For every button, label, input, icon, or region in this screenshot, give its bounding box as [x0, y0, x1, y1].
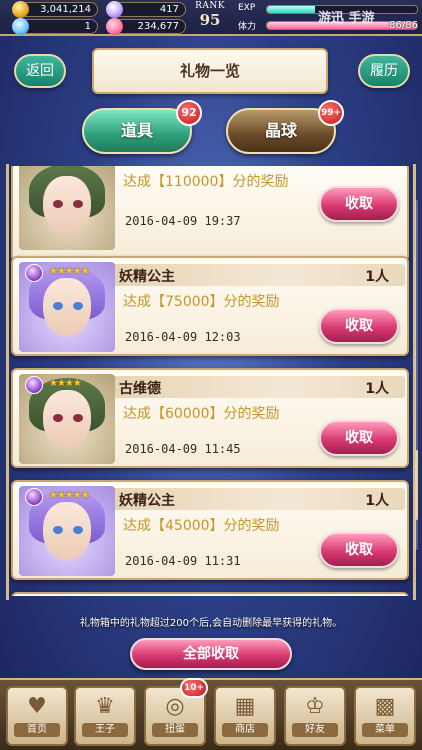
claim-button[interactable]: 收取 [319, 186, 399, 222]
stamina-value: 86/86 [389, 20, 418, 31]
gift-count: 1人 [365, 381, 389, 397]
character-name: 妖精公主 [119, 493, 175, 509]
tiara-icon: ♔ [305, 694, 325, 719]
gold-counter: 3,041,214 [12, 1, 98, 18]
attribute-orb-icon [25, 488, 43, 506]
portrait-face [43, 502, 91, 560]
exp-bar-fill [267, 6, 315, 13]
claim-button[interactable]: 收取 [319, 532, 399, 568]
portrait-eye [53, 302, 63, 310]
nav-prince-button[interactable]: ♛ 王子 [74, 686, 136, 746]
gift-card: ★★★★ 古维德 1人 达成【60000】分的奖励 2016-04-09 11:… [11, 368, 409, 468]
claim-button[interactable]: 收取 [319, 420, 399, 456]
gift-date: 2016-04-09 12:03 [125, 330, 241, 344]
gacha-count-badge: 10+ [180, 678, 208, 698]
gift-reward-text: 达成【75000】分的奖励 [123, 294, 280, 310]
portrait-face [43, 390, 91, 448]
gift-limit-notice: 礼物箱中的礼物超过200个后,会自动删除最早获得的礼物。 [79, 618, 343, 629]
bottom-nav: ♥ 首页 ♛ 王子 ◎ 扭蛋 ▦ 商店 ♔ 好友 ▩ 菜单 [0, 678, 422, 750]
nav-menu-label: 菜单 [362, 723, 408, 737]
rank-label: RANK [195, 1, 225, 11]
gift-count: 1人 [365, 493, 389, 509]
gift-card: ★★★★★ 妖精公主 1人 达成【45000】分的奖励 2016-04-09 1… [11, 480, 409, 580]
portrait-eye [53, 526, 63, 534]
character-portrait: ★★★★ [19, 374, 115, 464]
gift-card: ★★★★★ 妖精公主 1人 达成【75000】分的奖励 2016-04-09 1… [11, 256, 409, 356]
gift-card-partial [11, 592, 409, 596]
portrait-eye [73, 302, 83, 310]
nav-menu-button[interactable]: ▩ 菜单 [354, 686, 416, 746]
rose-value: 234,677 [137, 21, 179, 32]
rank-display: RANK 95 [188, 1, 232, 34]
gift-date: 2016-04-09 11:45 [125, 442, 241, 456]
character-portrait: ★★★★★ [19, 486, 115, 576]
nav-prince-label: 王子 [82, 723, 128, 737]
claim-button[interactable]: 收取 [319, 308, 399, 344]
nav-shop-button[interactable]: ▦ 商店 [214, 686, 276, 746]
exp-label: EXP [238, 3, 256, 13]
portrait-eye [73, 526, 83, 534]
rarity-stars: ★★★★★ [49, 490, 90, 501]
portrait-eye [73, 200, 83, 208]
shop-icon: ▦ [234, 694, 256, 719]
gift-date: 2016-04-09 19:37 [125, 214, 241, 228]
nav-home-label: 首页 [14, 723, 60, 737]
stamina-label: 体力 [238, 22, 257, 32]
gift-card: 达成【110000】分的奖励 2016-04-09 19:37 收取 [11, 166, 409, 262]
orbs-count-badge: 99+ [318, 100, 344, 126]
portrait-eye [53, 414, 63, 422]
gem-value: 1 [84, 21, 91, 32]
rose-counter: 234,677 [106, 18, 186, 35]
items-count-badge: 92 [176, 100, 202, 126]
watermark: 游迅 手游 [318, 11, 375, 26]
attribute-orb-icon [25, 376, 43, 394]
gift-date: 2016-04-09 11:31 [125, 554, 241, 568]
gift-reward-text: 达成【45000】分的奖励 [123, 518, 280, 534]
nav-gacha-label: 扭蛋 [152, 723, 198, 737]
gift-reward-text: 达成【110000】分的奖励 [123, 174, 289, 190]
heart-icon: ♥ [27, 694, 47, 719]
gold-value: 3,041,214 [40, 4, 91, 15]
back-button[interactable]: 返回 [14, 54, 66, 88]
gift-reward-text: 达成【60000】分的奖励 [123, 406, 280, 422]
portrait-eye [53, 200, 63, 208]
character-portrait [19, 166, 115, 250]
crystal-counter: 417 [106, 1, 186, 18]
character-name: 古维德 [119, 381, 161, 397]
portrait-face [43, 176, 91, 234]
rank-value: 95 [199, 11, 221, 29]
gift-list[interactable]: 达成【110000】分的奖励 2016-04-09 19:37 收取 ★★★★★… [9, 166, 413, 596]
claim-all-button[interactable]: 全部收取 [130, 638, 292, 670]
crystal-icon [106, 1, 123, 18]
list-scrollbar[interactable] [415, 200, 418, 550]
crown-icon: ♛ [95, 694, 115, 719]
nav-shop-label: 商店 [222, 723, 268, 737]
crystal-value: 417 [159, 4, 179, 15]
status-bar: 3,041,214 417 1 234,677 RANK 95 EXP 体力 8… [0, 0, 422, 36]
page-title: 礼物一览 [92, 48, 328, 94]
portrait-eye [73, 414, 83, 422]
rarity-stars: ★★★★ [49, 378, 82, 389]
gem-counter: 1 [12, 18, 98, 35]
rarity-stars: ★★★★★ [49, 266, 90, 277]
coin-icon [12, 1, 29, 18]
character-name: 妖精公主 [119, 269, 175, 285]
gift-count: 1人 [365, 269, 389, 285]
portrait-face [43, 278, 91, 336]
scrollbar-thumb[interactable] [415, 450, 418, 520]
nav-friends-label: 好友 [292, 723, 338, 737]
grid-icon: ▩ [374, 694, 396, 719]
gem-icon [12, 18, 29, 35]
history-button[interactable]: 履历 [358, 54, 410, 88]
character-portrait: ★★★★★ [19, 262, 115, 352]
rose-icon [106, 18, 123, 35]
nav-friends-button[interactable]: ♔ 好友 [284, 686, 346, 746]
attribute-orb-icon [25, 264, 43, 282]
nav-home-button[interactable]: ♥ 首页 [6, 686, 68, 746]
